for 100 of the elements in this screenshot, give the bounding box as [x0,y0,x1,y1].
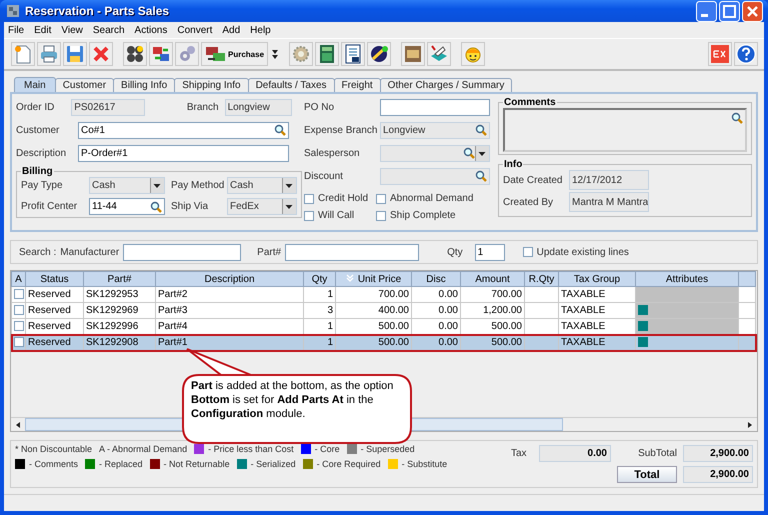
dropdown-button[interactable] [150,178,164,193]
column-header[interactable]: Part# [84,272,156,286]
table-row[interactable]: Reserved SK1292969 Part#3 3 400.00 0.00 1,200.00 TAXABLE [12,302,756,318]
input-field[interactable]: Cash [89,177,165,194]
input-field[interactable]: PS02617 [71,98,145,116]
window-title: Reservation - Parts Sales [25,4,170,18]
search-icon[interactable] [475,124,487,136]
new-document-button[interactable] [11,42,35,66]
checkbox[interactable] [304,194,314,204]
tab[interactable]: Shipping Info [174,78,249,92]
checkbox[interactable] [376,210,386,220]
column-header[interactable]: A [12,272,26,286]
field-label: Ship Via [171,201,210,212]
input-field[interactable]: Cash [227,177,297,194]
column-header[interactable]: Qty [304,272,336,286]
minimize-button[interactable] [696,0,717,22]
save-button[interactable] [63,42,87,66]
checkbox-label: Ship Complete [390,210,456,221]
tab[interactable]: Other Charges / Summary [380,78,512,92]
menu-item[interactable]: Edit [34,24,52,36]
input-field[interactable]: P-Order#1 [78,144,289,162]
table-row[interactable]: Reserved SK1292996 Part#4 1 500.00 0.00 500.00 TAXABLE [12,318,756,334]
table-cell: Part#1 [156,334,304,350]
checkbox[interactable] [522,247,533,257]
field-label: Salesperson [304,148,361,158]
legend-label: - Not Returnable [164,459,230,469]
legend-label: - Comments [29,459,78,469]
column-header[interactable]: Amount [460,272,524,286]
input-field[interactable] [380,168,490,184]
menu-item[interactable]: Actions [134,24,168,36]
calculator-button[interactable] [315,42,340,66]
menu-item[interactable]: Convert [177,24,212,36]
maximize-button[interactable] [719,0,740,22]
menu-item[interactable]: Search [92,24,125,36]
exit-button[interactable] [708,42,732,66]
gear-button[interactable] [289,42,314,66]
circles-button[interactable] [123,42,147,66]
tab[interactable]: Freight [334,78,381,92]
transfer-button[interactable] [149,42,173,66]
checkbox-label: Credit Hold [318,193,368,204]
input-field[interactable]: Co#1 [78,122,289,138]
comments-field[interactable] [503,108,747,152]
search-icon[interactable] [731,112,743,124]
search-icon[interactable] [475,170,487,182]
column-header[interactable]: Status [26,272,84,286]
input-field[interactable] [285,244,420,260]
checkbox-label: Will Call [318,210,354,221]
legend-label: - Replaced [99,459,143,469]
search-icon[interactable] [274,124,286,136]
gears-button[interactable] [175,42,199,66]
menu-item[interactable]: File [8,24,24,36]
document-list-button[interactable] [341,42,366,66]
checkbox[interactable] [14,289,24,300]
menu-item[interactable]: Add [222,24,240,36]
input-field[interactable]: FedEx [227,198,297,215]
checkbox[interactable] [14,337,24,348]
wrench-button[interactable] [367,42,392,66]
field-label: Manufacturer [60,246,120,258]
menu-item[interactable]: View [61,24,83,36]
input-field[interactable]: 1 [474,244,505,260]
tab[interactable]: Main [14,77,56,92]
search-icon[interactable] [463,147,475,159]
input-field[interactable]: Mantra M Mantra [569,192,649,212]
column-header[interactable]: Unit Price [336,272,412,286]
tab[interactable]: Billing Info [113,78,176,92]
search-icon[interactable] [150,200,162,212]
smiley-hardhat-button[interactable] [461,42,486,66]
dropdown-button[interactable] [282,178,296,193]
close-button[interactable] [742,0,763,22]
checkbox[interactable] [376,194,386,204]
input-field[interactable]: 11-44 [89,198,165,215]
column-header[interactable]: Attributes [636,272,738,286]
dropdown-button[interactable] [282,199,296,214]
checkbox[interactable] [304,210,314,220]
input-field[interactable]: Longview [380,122,490,138]
callout-text: Part is added at the bottom, as the option Bottom is set for Add Parts At in the Configuration module. [191,379,394,421]
print-button[interactable] [37,42,61,66]
input-field[interactable] [123,244,242,260]
menu-item[interactable]: Help [250,24,271,36]
table-row[interactable]: Reserved SK1292908 Part#1 1 500.00 0.00 500.00 TAXABLE [12,334,756,350]
delete-button[interactable] [89,42,113,66]
help-button[interactable] [734,42,758,66]
subtotal-value: 2,900.00 [683,445,753,462]
dropdown-button[interactable] [475,146,489,160]
total-button[interactable]: Total [617,466,677,483]
purchase-button[interactable]: Purchase [201,42,268,66]
checkbox[interactable] [14,321,24,332]
checkbox[interactable] [14,305,24,316]
table-row[interactable]: Reserved SK1292953 Part#2 1 700.00 0.00 700.00 TAXABLE [12,286,756,302]
table-cell: Reserved [26,318,84,334]
column-header[interactable]: Tax Group [558,272,636,286]
input-field[interactable]: 12/17/2012 [569,170,649,190]
box-button[interactable] [401,42,426,66]
tray-button[interactable] [427,42,452,66]
input-field[interactable]: Longview [224,98,292,116]
input-field[interactable] [380,98,490,116]
column-header[interactable]: R.Qty [524,272,558,286]
input-field[interactable] [380,144,490,162]
column-header[interactable]: Description [156,272,304,286]
column-header[interactable]: Disc [412,272,460,286]
